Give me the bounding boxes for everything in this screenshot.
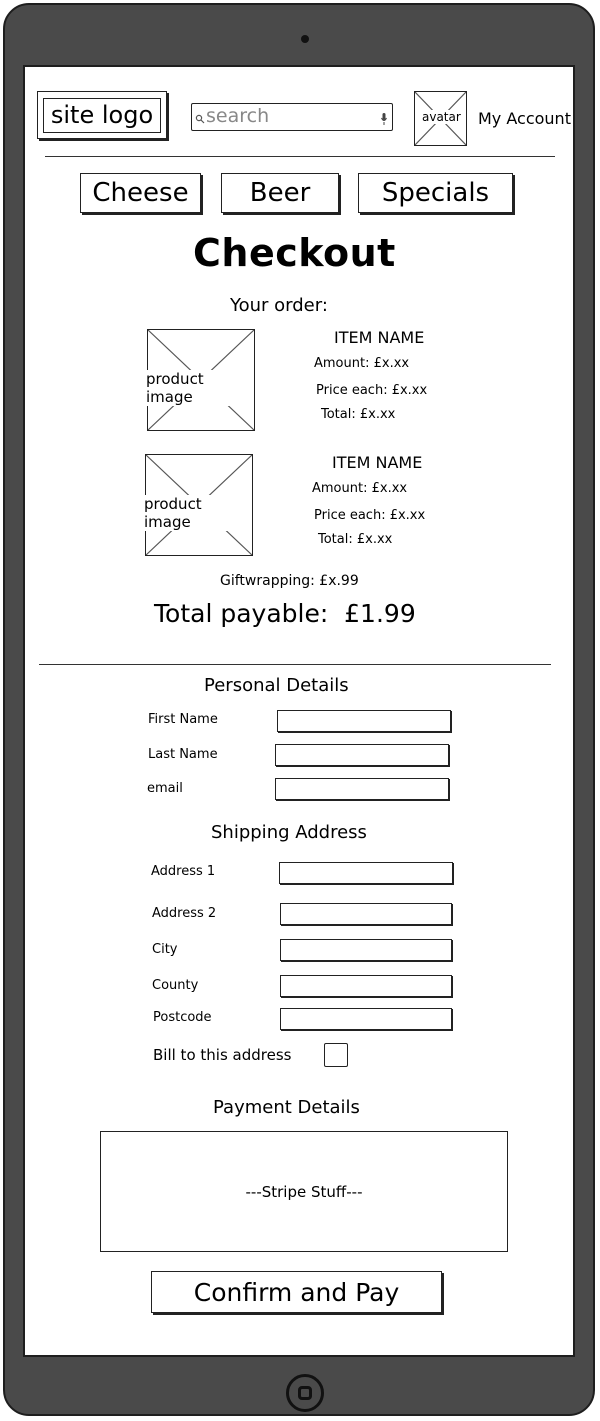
address-2-label: Address 2 xyxy=(152,906,217,921)
search-bar[interactable]: search xyxy=(191,103,393,131)
stripe-payment-area[interactable]: ---Stripe Stuff--- xyxy=(100,1131,508,1252)
first-name-label: First Name xyxy=(148,712,218,727)
postcode-label: Postcode xyxy=(153,1010,212,1025)
item-price-each: Price each: £x.xx xyxy=(314,508,426,523)
email-field[interactable] xyxy=(275,778,449,800)
site-logo-text: site logo xyxy=(50,101,154,129)
product-image: product image xyxy=(144,329,255,431)
item-amount: Amount: £x.xx xyxy=(312,481,408,496)
header-divider xyxy=(45,156,555,157)
payment-details-heading: Payment Details xyxy=(213,1097,360,1118)
nav-cheese-button[interactable]: Cheese xyxy=(80,173,201,213)
my-account-link[interactable]: My Account xyxy=(478,109,571,128)
personal-details-heading: Personal Details xyxy=(204,675,349,696)
item-name: ITEM NAME xyxy=(334,328,425,347)
first-name-field[interactable] xyxy=(277,710,451,732)
last-name-field[interactable] xyxy=(275,744,449,766)
county-field[interactable] xyxy=(280,975,452,997)
order-heading: Your order: xyxy=(230,295,328,316)
page-title: Checkout xyxy=(193,231,396,275)
item-total: Total: £x.xx xyxy=(318,532,393,547)
stripe-placeholder-text: ---Stripe Stuff--- xyxy=(245,1182,363,1201)
search-input[interactable]: search xyxy=(206,105,269,127)
home-button-inner xyxy=(298,1386,312,1400)
address-1-label: Address 1 xyxy=(151,864,216,879)
avatar-label: avatar xyxy=(420,110,463,124)
item-amount: Amount: £x.xx xyxy=(314,356,410,371)
shipping-address-heading: Shipping Address xyxy=(211,822,367,843)
confirm-and-pay-button[interactable]: Confirm and Pay xyxy=(151,1271,442,1313)
bill-to-address-label: Bill to this address xyxy=(153,1046,292,1064)
screen: site logo search avatar My Account Chees… xyxy=(23,65,575,1357)
county-label: County xyxy=(152,978,199,993)
section-divider xyxy=(39,664,551,665)
item-total: Total: £x.xx xyxy=(321,407,396,422)
postcode-field[interactable] xyxy=(280,1008,452,1030)
avatar[interactable]: avatar xyxy=(414,91,467,146)
product-image: product image xyxy=(142,454,253,556)
city-field[interactable] xyxy=(280,939,452,961)
camera-icon xyxy=(301,35,309,43)
address-2-field[interactable] xyxy=(280,903,452,925)
address-1-field[interactable] xyxy=(279,862,453,884)
email-label: email xyxy=(147,781,183,796)
giftwrapping-cost: Giftwrapping: £x.99 xyxy=(220,573,359,589)
home-button-icon[interactable] xyxy=(286,1374,324,1412)
nav-beer-button[interactable]: Beer xyxy=(221,173,339,213)
product-image-label: product image xyxy=(142,495,252,531)
nav-specials-button[interactable]: Specials xyxy=(358,173,513,213)
site-logo[interactable]: site logo xyxy=(37,91,167,139)
microphone-icon[interactable] xyxy=(380,111,388,125)
city-label: City xyxy=(152,942,178,957)
total-payable: Total payable: £1.99 xyxy=(154,599,416,628)
bill-to-address-checkbox[interactable] xyxy=(324,1043,348,1067)
item-price-each: Price each: £x.xx xyxy=(316,383,428,398)
last-name-label: Last Name xyxy=(148,747,218,762)
item-name: ITEM NAME xyxy=(332,453,423,472)
product-image-label: product image xyxy=(144,370,254,406)
